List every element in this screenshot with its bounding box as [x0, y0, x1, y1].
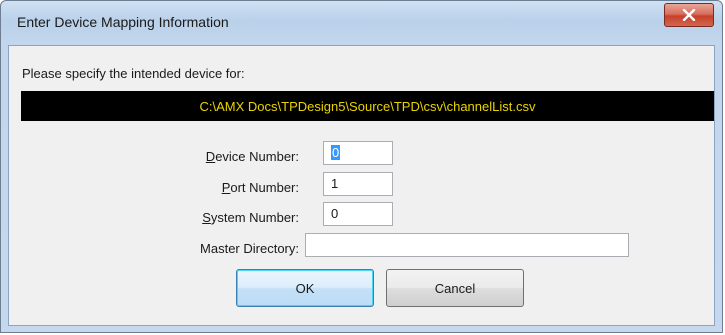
ok-button-label: OK [295, 280, 315, 296]
cancel-button[interactable]: Cancel [386, 269, 524, 307]
close-button[interactable] [664, 3, 714, 27]
master-directory-field[interactable] [305, 233, 629, 257]
dialog-body: Please specify the intended device for: … [8, 45, 715, 326]
ok-button[interactable]: OK [236, 269, 374, 307]
system-number-access-key: S [202, 210, 211, 225]
system-number-value: 0 [331, 206, 339, 221]
master-directory-label: Master Directory: [200, 241, 299, 256]
close-icon [682, 9, 696, 21]
file-path-display: C:\AMX Docs\TPDesign5\Source\TPD\csv\cha… [21, 91, 714, 121]
dialog-window: Enter Device Mapping Information Please … [0, 0, 723, 333]
file-path-text: C:\AMX Docs\TPDesign5\Source\TPD\csv\cha… [199, 98, 536, 114]
port-number-label: Port Number: [221, 180, 299, 195]
system-number-field[interactable]: 0 [323, 202, 393, 226]
device-number-label: Device Number: [205, 149, 299, 164]
device-number-field[interactable]: 0 [323, 141, 393, 165]
device-number-access-key: D [205, 149, 216, 164]
cancel-button-label: Cancel [434, 280, 476, 296]
port-number-field[interactable]: 1 [323, 172, 393, 196]
title-bar[interactable]: Enter Device Mapping Information [1, 1, 722, 45]
system-number-label: System Number: [202, 210, 299, 225]
window-title: Enter Device Mapping Information [17, 14, 229, 30]
prompt-text: Please specify the intended device for: [22, 66, 245, 81]
device-number-value: 0 [331, 145, 341, 160]
port-number-value: 1 [331, 176, 339, 191]
